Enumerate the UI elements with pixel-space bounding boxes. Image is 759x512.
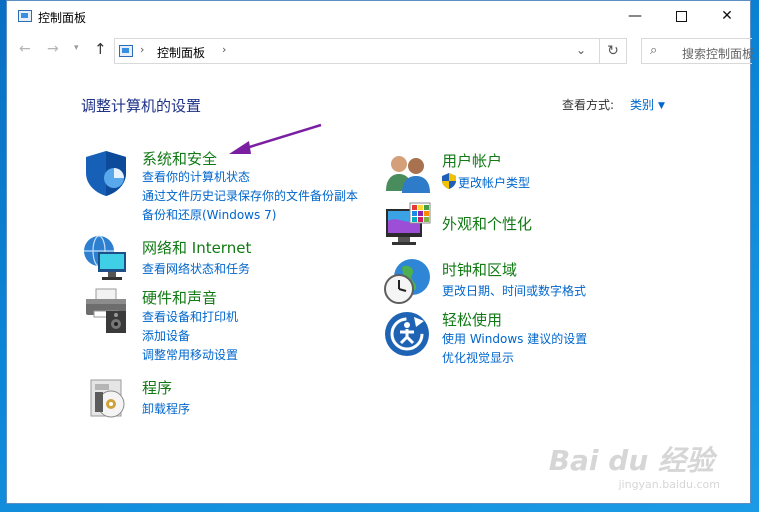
shield-icon[interactable] — [82, 149, 130, 197]
minimize-button[interactable]: — — [612, 1, 658, 33]
back-button[interactable]: ← — [19, 41, 31, 57]
up-button[interactable]: ↑ — [94, 40, 107, 58]
address-dropdown-icon[interactable]: ⌄ — [576, 43, 586, 57]
refresh-button[interactable]: ↻ — [599, 38, 627, 64]
programs-disc-icon[interactable] — [87, 376, 131, 420]
monitor-palette-icon[interactable] — [384, 201, 432, 249]
window-title: 控制面板 — [38, 11, 87, 25]
address-bar[interactable]: › 控制面板 › ⌄ — [114, 38, 600, 64]
clock-globe-icon[interactable] — [382, 257, 432, 305]
page-title: 调整计算机的设置 — [81, 97, 202, 115]
category-ease-of-access[interactable]: 轻松使用 — [442, 309, 502, 330]
search-icon: ⌕ — [650, 43, 658, 58]
navigation-bar: ← → ▾ ↑ › 控制面板 › ⌄ ↻ ⌕ 搜索控制面板 — [7, 37, 755, 67]
breadcrumb-separator-icon[interactable]: › — [222, 43, 226, 56]
link-add-device[interactable]: 添加设备 — [142, 327, 190, 344]
control-panel-icon — [18, 10, 32, 22]
search-placeholder: 搜索控制面板 — [682, 47, 755, 61]
breadcrumb-control-panel[interactable]: 控制面板 — [157, 44, 205, 61]
category-system-security[interactable]: 系统和安全 — [142, 148, 217, 169]
category-user-accounts[interactable]: 用户帐户 — [442, 150, 502, 171]
link-network-status[interactable]: 查看网络状态和任务 — [142, 260, 250, 277]
network-globe-icon[interactable] — [82, 234, 130, 282]
link-windows-recommended-settings[interactable]: 使用 Windows 建议的设置 — [442, 330, 587, 347]
maximize-icon — [675, 10, 687, 22]
ease-of-access-icon[interactable] — [384, 311, 430, 357]
view-by-value: 类别 — [630, 98, 655, 112]
recent-locations-dropdown[interactable]: ▾ — [74, 43, 79, 53]
annotation-arrow — [229, 123, 322, 154]
printer-speaker-icon[interactable] — [82, 287, 130, 335]
forward-button[interactable]: → — [47, 41, 59, 57]
category-network-internet[interactable]: 网络和 Internet — [142, 237, 251, 258]
users-icon[interactable] — [384, 153, 432, 193]
title-bar[interactable]: 控制面板 — ✕ — [7, 1, 750, 33]
category-clock-region[interactable]: 时钟和区域 — [442, 259, 517, 280]
link-change-date-time-format[interactable]: 更改日期、时间或数字格式 — [442, 282, 586, 299]
control-panel-window: 控制面板 — ✕ ← → ▾ ↑ › 控制面板 › ⌄ ↻ ⌕ 搜索控制面板 调… — [6, 0, 755, 504]
baidu-watermark: Bai du 经验 — [548, 444, 714, 477]
chevron-down-icon: ▼ — [658, 100, 665, 111]
link-uninstall-program[interactable]: 卸载程序 — [142, 400, 190, 417]
link-change-account-type[interactable]: 更改帐户类型 — [458, 174, 530, 191]
control-panel-icon — [119, 45, 133, 57]
view-by-label: 查看方式: — [562, 98, 615, 112]
close-button[interactable]: ✕ — [704, 1, 750, 33]
uac-shield-icon — [442, 173, 456, 189]
link-optimize-visual-display[interactable]: 优化视觉显示 — [442, 349, 514, 366]
view-by-dropdown[interactable]: 类别 ▼ — [630, 96, 665, 113]
link-mobility-settings[interactable]: 调整常用移动设置 — [142, 346, 238, 363]
link-file-history-backup[interactable]: 通过文件历史记录保存你的文件备份副本 — [142, 187, 358, 204]
breadcrumb-separator-icon[interactable]: › — [140, 43, 144, 56]
link-backup-restore[interactable]: 备份和还原(Windows 7) — [142, 206, 276, 223]
maximize-button[interactable] — [658, 1, 704, 33]
category-programs[interactable]: 程序 — [142, 377, 172, 398]
category-appearance-personalization[interactable]: 外观和个性化 — [442, 213, 532, 234]
baidu-watermark-url: jingyan.baidu.com — [618, 478, 720, 491]
category-hardware-sound[interactable]: 硬件和声音 — [142, 287, 217, 308]
search-input[interactable]: ⌕ 搜索控制面板 — [641, 38, 755, 64]
link-view-computer-status[interactable]: 查看你的计算机状态 — [142, 168, 250, 185]
link-devices-printers[interactable]: 查看设备和打印机 — [142, 308, 238, 325]
